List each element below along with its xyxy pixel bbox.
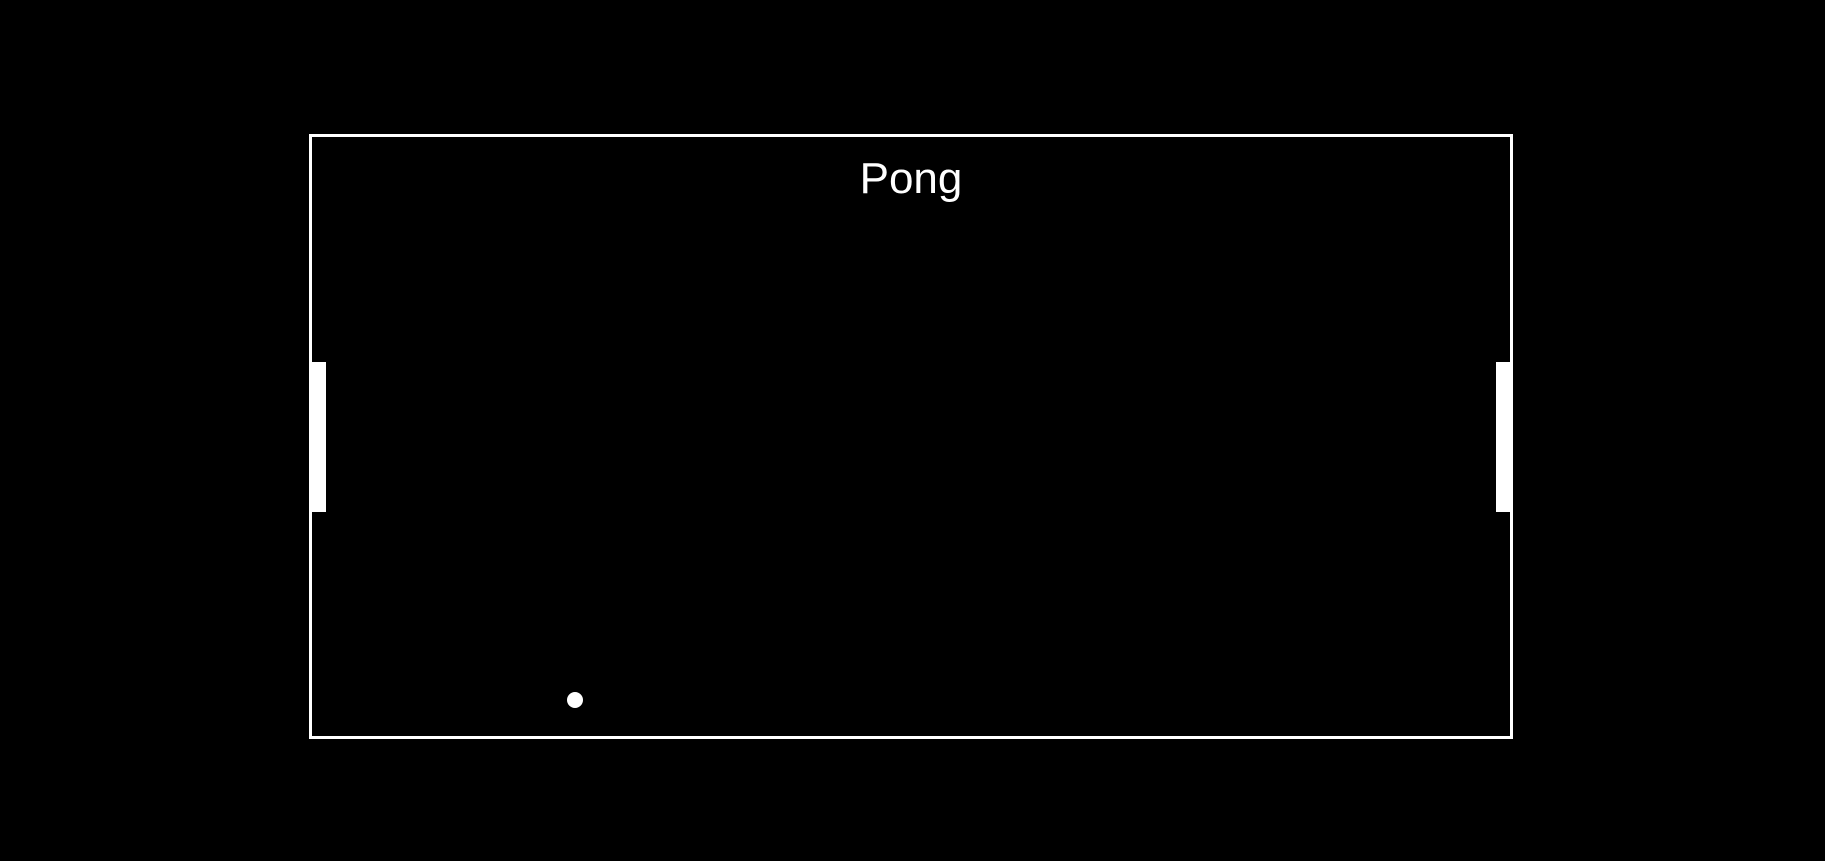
game-board[interactable]: Pong — [309, 134, 1513, 739]
right-paddle[interactable] — [1496, 362, 1513, 512]
ball — [567, 692, 583, 708]
game-screen: Pong — [0, 0, 1825, 861]
game-title: Pong — [859, 154, 963, 203]
left-paddle[interactable] — [309, 362, 326, 512]
